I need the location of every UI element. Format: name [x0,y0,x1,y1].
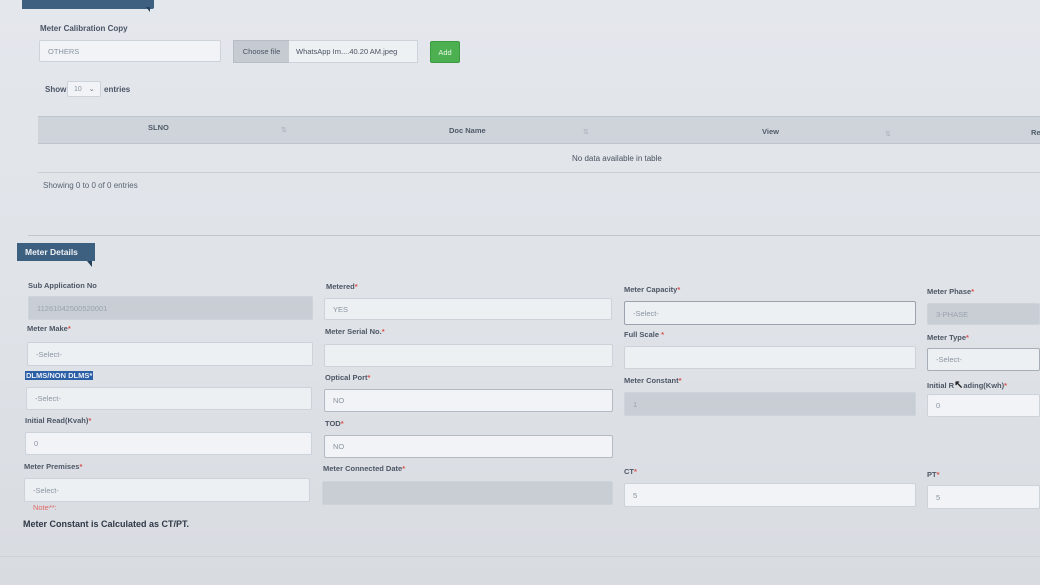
table-empty-message: No data available in table [572,154,662,163]
meter-premises-label: Meter Premises* [24,462,83,471]
meter-type-select[interactable]: -Select- [927,348,1040,371]
meter-capacity-select[interactable]: -Select- [624,301,916,325]
initial-read-kvah-label: Initial Read(Kvah)* [25,416,92,425]
initial-read-kvah-field[interactable]: 0 [25,432,312,455]
metered-label: Metered* [326,282,358,291]
sub-app-no-field: 11261042500520001 [28,296,313,320]
table-info: Showing 0 to 0 of 0 entries [43,181,138,190]
meter-premises-select[interactable]: -Select- [24,478,310,502]
dlms-select[interactable]: -Select- [26,387,312,410]
column-re[interactable]: Re [1031,128,1040,137]
meter-details-tab-tip [87,261,92,267]
ct-label: CT* [624,467,637,476]
column-view[interactable]: View [762,127,779,136]
tod-label: TOD* [325,419,344,428]
calibration-section-tab-tip [146,7,150,12]
entries-select[interactable]: 10 ⌄ [67,81,101,97]
calibration-section-tab [22,0,154,9]
note-text: Meter Constant is Calculated as CT/PT. [23,519,190,529]
entries-value: 10 [74,85,82,93]
sort-icon[interactable]: ⇅ [885,130,891,138]
ct-field[interactable]: 5 [624,483,916,507]
add-button[interactable]: Add [430,41,460,63]
full-scale-field[interactable] [624,346,916,369]
section-divider [28,235,1040,236]
pt-label: PT* [927,470,940,479]
pt-field[interactable]: 5 [927,485,1040,509]
optical-port-field[interactable]: NO [324,389,613,412]
meter-phase-field: 3-PHASE [927,303,1040,325]
sort-icon[interactable]: ⇅ [583,128,589,136]
doc-type-field[interactable]: OTHERS [39,40,221,62]
note-label: Note**: [33,503,57,512]
meter-make-select[interactable]: -Select- [27,342,313,366]
initial-reading-kwh-field[interactable]: 0 [927,394,1040,417]
column-slno[interactable]: SLNO [148,123,169,132]
column-doc-name[interactable]: Doc Name [449,126,486,135]
sub-app-no-label: Sub Application No [28,281,97,290]
full-scale-label: Full Scale * [624,330,665,339]
chevron-down-icon: ⌄ [88,86,95,93]
table-bottom-divider [38,172,1040,173]
tod-field[interactable]: NO [324,435,613,458]
meter-constant-field: 1 [624,392,916,416]
entries-label: entries [104,85,131,94]
meter-details-tab: Meter Details [17,243,95,261]
meter-constant-label: Meter Constant* [624,376,682,385]
calibration-section-label: Meter Calibration Copy [40,24,128,33]
show-label: Show [45,85,67,94]
meter-connected-date-label: Meter Connected Date* [323,464,406,473]
meter-serial-field[interactable] [324,344,613,367]
sort-icon[interactable]: ⇅ [281,126,287,134]
selected-file-name: WhatsApp Im....40.20 AM.jpeg [289,40,418,63]
meter-phase-label: Meter Phase* [927,287,975,296]
meter-connected-date-field[interactable] [322,481,613,505]
initial-reading-kwh-label: Initial R↖ading(Kwh)* [927,379,1008,391]
page-bottom-divider [0,556,1040,557]
choose-file-button[interactable]: Choose file [233,40,290,63]
meter-type-label: Meter Type* [927,333,969,342]
meter-make-label: Meter Make* [27,324,71,333]
mouse-cursor-icon: ↖ [954,379,964,391]
optical-port-label: Optical Port* [325,373,371,382]
metered-field[interactable]: YES [324,298,612,320]
meter-serial-label: Meter Serial No.* [325,327,385,336]
meter-capacity-label: Meter Capacity* [624,285,681,294]
dlms-label: DLMS/NON DLMS* [25,371,94,380]
